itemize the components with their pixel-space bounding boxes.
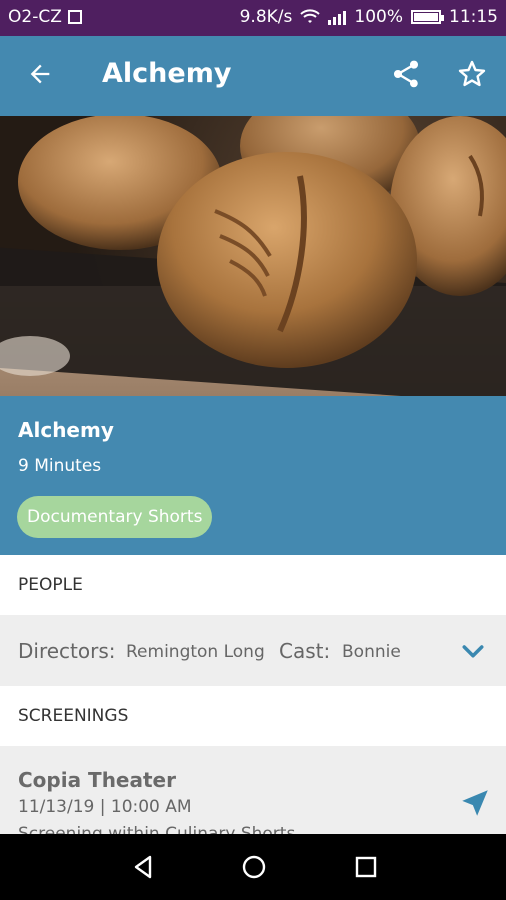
cast-value: Bonnie	[342, 642, 401, 662]
navigation-icon[interactable]	[458, 786, 492, 820]
screening-item[interactable]: Copia Theater 11/13/19 | 10:00 AM Screen…	[0, 746, 506, 834]
film-info-panel: Alchemy 9 Minutes Documentary Shorts	[0, 396, 506, 555]
film-hero-image	[0, 116, 506, 396]
wifi-icon	[300, 9, 321, 23]
recents-square-icon[interactable]	[351, 852, 381, 882]
system-navigation-bar	[0, 834, 506, 900]
share-icon	[394, 60, 418, 88]
network-speed: 9.8K/s	[239, 7, 293, 27]
arrow-back-icon	[30, 64, 50, 84]
home-circle-icon[interactable]	[239, 852, 269, 882]
screening-note: Screening within Culinary Shorts	[18, 824, 296, 834]
bread-loaves-illustration	[0, 116, 506, 376]
screening-venue: Copia Theater	[18, 768, 176, 792]
star-outline-icon	[458, 60, 486, 87]
back-button[interactable]	[24, 58, 56, 90]
directors-label: Directors:	[18, 639, 116, 663]
screenings-section-header: SCREENINGS	[0, 686, 506, 746]
clock: 11:15	[449, 7, 498, 27]
screening-datetime: 11/13/19 | 10:00 AM	[18, 797, 192, 817]
screenings-header-label: SCREENINGS	[18, 706, 129, 726]
page-title: Alchemy	[102, 58, 232, 89]
gallery-notification-icon	[67, 10, 82, 24]
share-button[interactable]	[390, 58, 422, 90]
cast-label: Cast:	[279, 639, 331, 663]
chevron-down-icon[interactable]	[458, 637, 488, 667]
directors-value: Remington Long	[126, 642, 265, 662]
people-header-label: PEOPLE	[18, 575, 83, 595]
people-row[interactable]: Directors: Remington Long Cast: Bonnie	[0, 615, 506, 686]
back-triangle-icon[interactable]	[128, 852, 158, 882]
film-title: Alchemy	[18, 418, 114, 442]
app-bar: Alchemy	[0, 36, 506, 116]
film-duration: 9 Minutes	[18, 456, 102, 476]
signal-icon	[328, 9, 347, 25]
status-bar: O2-CZ 9.8K/s 100% 11:15	[0, 0, 506, 36]
category-chip[interactable]: Documentary Shorts	[17, 496, 213, 538]
battery-percent: 100%	[354, 7, 403, 27]
people-section-header: PEOPLE	[0, 555, 506, 615]
carrier-label: O2-CZ	[8, 7, 62, 27]
favorite-button[interactable]	[456, 58, 488, 90]
battery-icon	[411, 10, 444, 24]
